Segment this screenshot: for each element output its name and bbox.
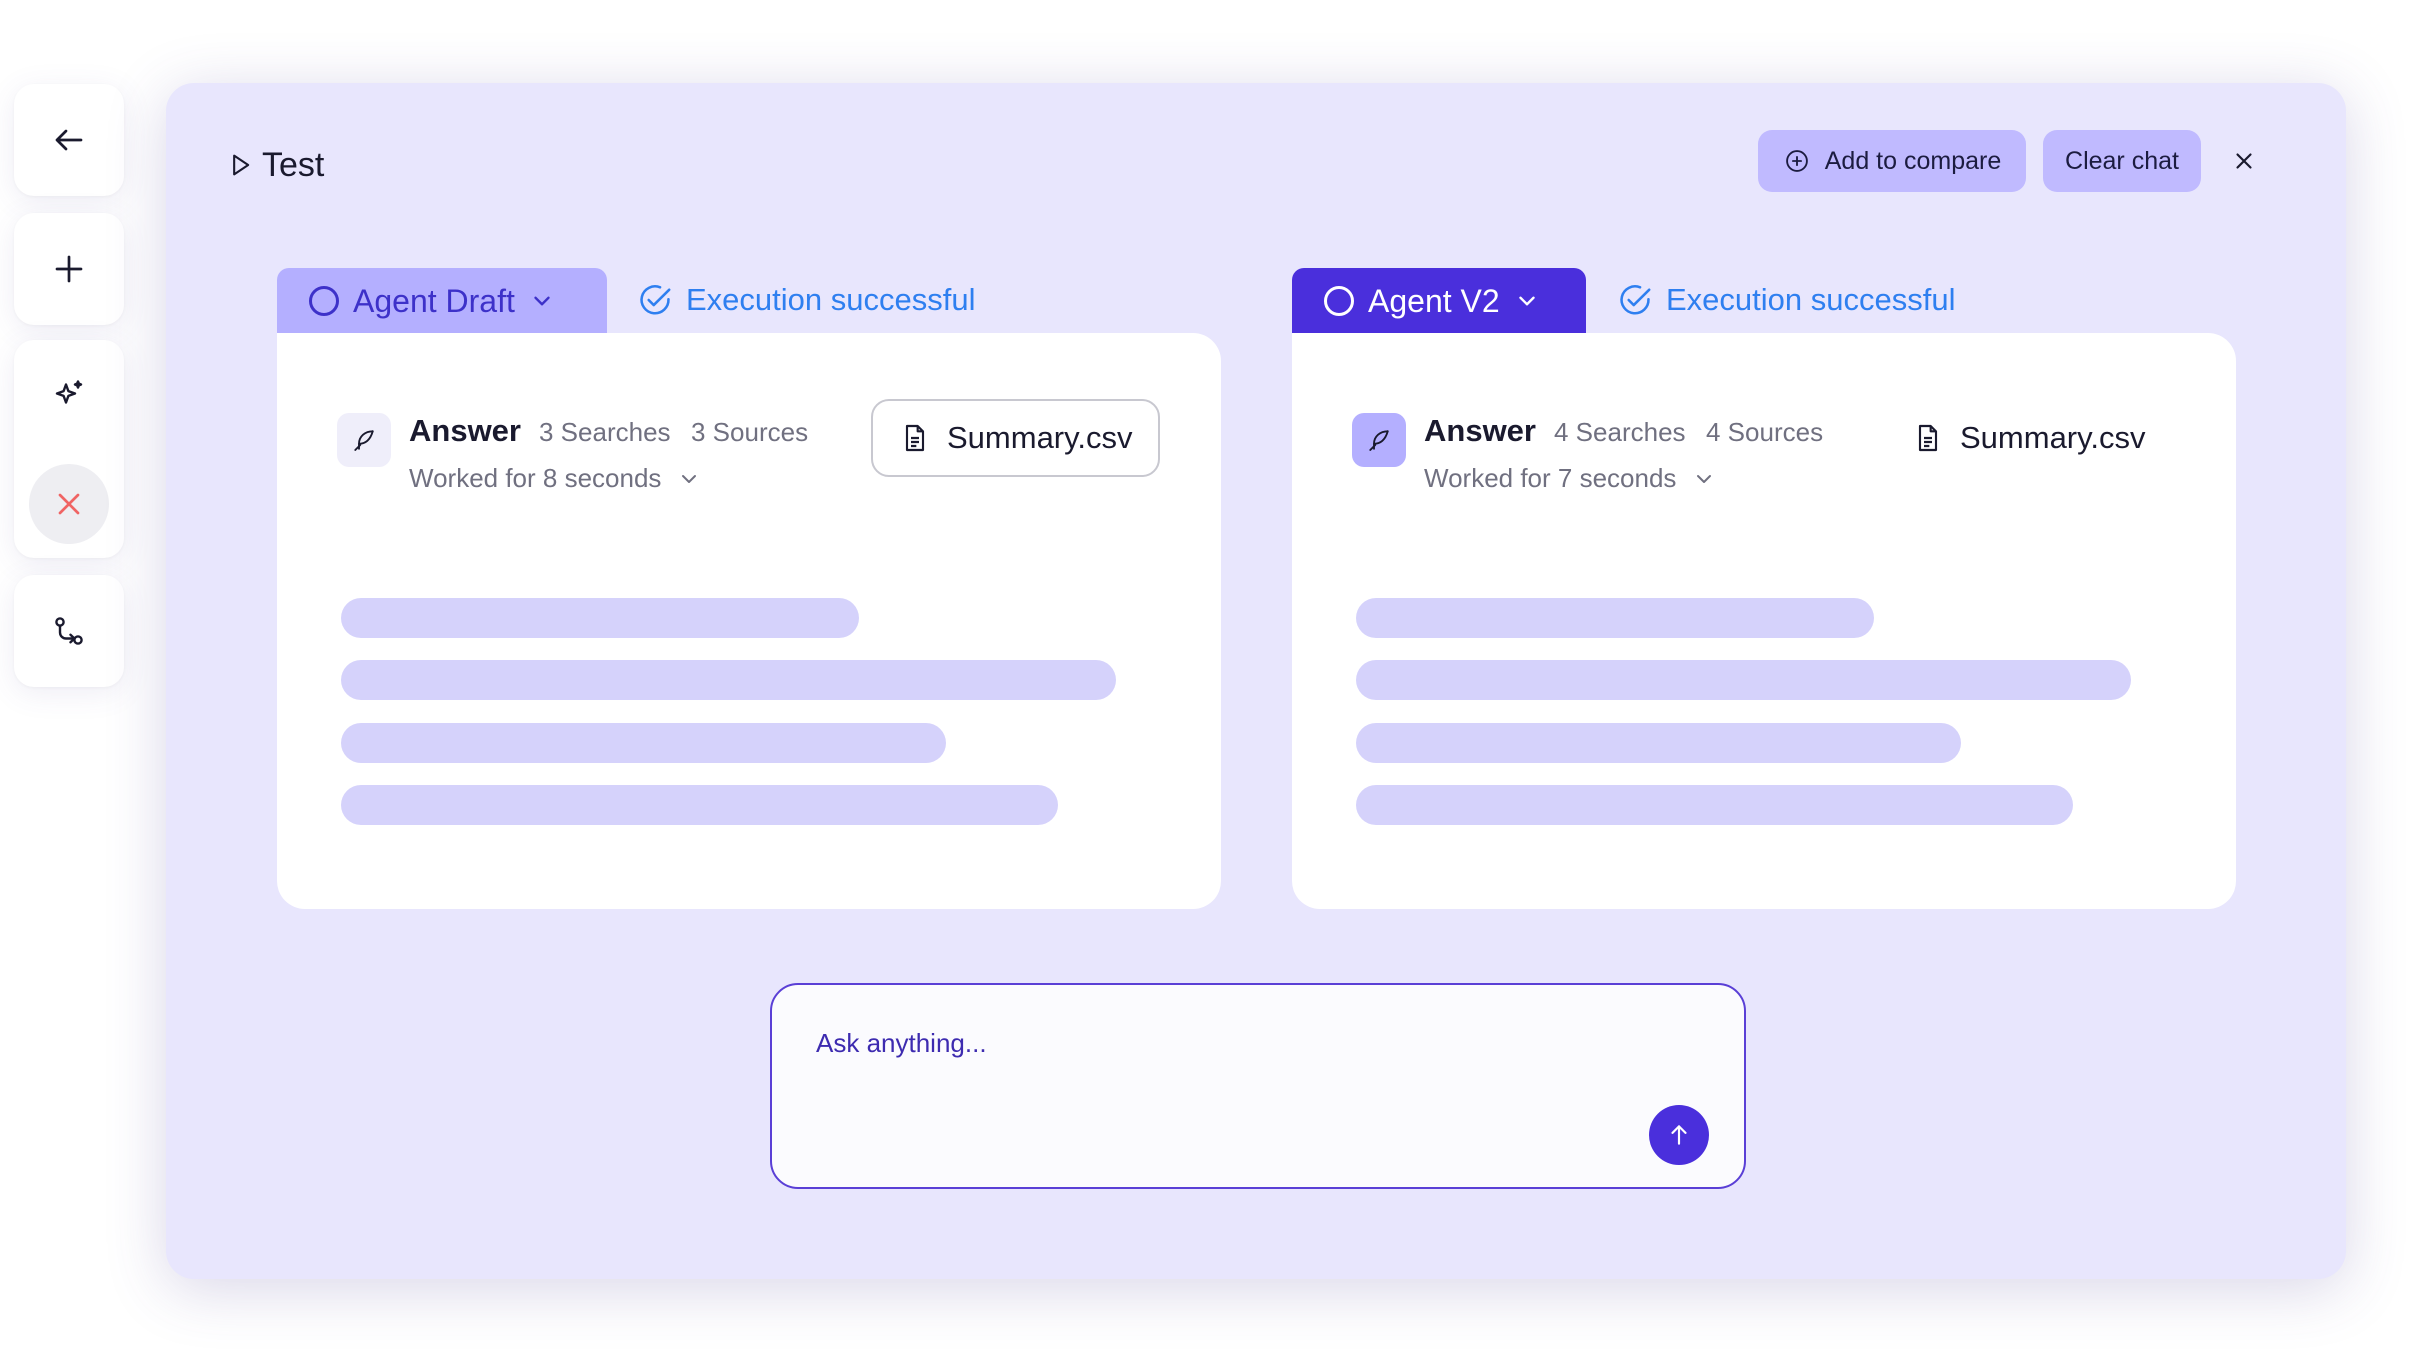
- worked-for-text: Worked for 7 seconds: [1424, 463, 1677, 493]
- toolbar-back-card: [14, 84, 124, 196]
- worked-for-toggle[interactable]: Worked for 7 seconds: [1424, 463, 1716, 494]
- clear-chat-button[interactable]: Clear chat: [2043, 130, 2201, 192]
- close-icon: [58, 493, 80, 514]
- agent-v2-label: Agent V2: [1368, 282, 1500, 319]
- agent-draft-status-text: Execution successful: [686, 282, 976, 317]
- chat-composer: [770, 983, 1746, 1189]
- arrow-up-icon: [1671, 1125, 1687, 1145]
- agent-draft-status: Execution successful: [636, 275, 975, 325]
- panel-title: Test: [226, 143, 324, 187]
- send-button[interactable]: [1649, 1105, 1709, 1165]
- agent-v2-status-text: Execution successful: [1666, 282, 1956, 317]
- skeleton-line: [1356, 723, 1961, 763]
- feather-icon: [354, 430, 374, 451]
- plus-icon: [55, 255, 83, 283]
- clear-chat-label: Clear chat: [2065, 146, 2179, 175]
- test-panel: Test Add to compare Clear chat Agent Dra…: [166, 83, 2346, 1279]
- feather-icon: [1369, 430, 1389, 451]
- chevron-down-icon: [534, 296, 550, 306]
- file-icon: [1918, 424, 1938, 452]
- arrow-left-icon: [55, 129, 83, 151]
- worked-for-toggle[interactable]: Worked for 8 seconds: [409, 463, 701, 494]
- close-panel-button[interactable]: [2226, 143, 2262, 179]
- worked-for-text: Worked for 8 seconds: [409, 463, 662, 493]
- status-ring-icon: [1324, 286, 1354, 316]
- sources-count: 4 Sources: [1706, 417, 1824, 447]
- skeleton-line: [1356, 598, 1874, 638]
- agent-v2-answer-card: Answer 4 Searches 4 Sources Worked for 7…: [1292, 333, 2236, 909]
- searches-count: 4 Searches: [1554, 417, 1686, 447]
- file-attachment[interactable]: Summary.csv: [871, 399, 1161, 477]
- answer-icon-box: [1352, 413, 1406, 467]
- answer-title: Answer: [409, 413, 521, 448]
- file-attachment[interactable]: Summary.csv: [1886, 399, 2171, 477]
- close-icon: [2236, 153, 2252, 169]
- play-icon: [233, 154, 250, 176]
- close-test-button[interactable]: [29, 463, 109, 544]
- add-to-compare-button[interactable]: Add to compare: [1758, 130, 2026, 192]
- answer-title: Answer: [1424, 413, 1536, 448]
- check-circle-icon: [1620, 285, 1651, 315]
- skeleton-line: [341, 598, 859, 638]
- answer-icon-box: [337, 413, 391, 467]
- file-name: Summary.csv: [947, 420, 1133, 455]
- add-to-compare-label: Add to compare: [1824, 146, 2002, 175]
- chevron-down-icon: [1518, 296, 1535, 306]
- skeleton-line: [341, 785, 1058, 825]
- searches-count: 3 Searches: [539, 417, 671, 447]
- chat-input[interactable]: [816, 1021, 1516, 1065]
- app-root: Test Add to compare Clear chat Agent Dra…: [0, 0, 2427, 1371]
- compare-versions-button[interactable]: [29, 591, 109, 671]
- add-circle-icon: [1785, 150, 1808, 172]
- back-button[interactable]: [29, 100, 109, 180]
- skeleton-line: [341, 723, 946, 763]
- file-name: Summary.csv: [1960, 420, 2146, 455]
- agent-v2-status: Execution successful: [1616, 275, 1955, 325]
- ai-test-button[interactable]: [29, 355, 109, 435]
- check-circle-icon: [640, 285, 671, 315]
- panel-title-text: Test: [262, 145, 325, 184]
- git-compare-icon: [55, 617, 83, 645]
- agent-draft-answer-card: Answer 3 Searches 3 Sources Worked for 8…: [277, 333, 1221, 909]
- agent-draft-label: Agent Draft: [353, 282, 515, 319]
- toolbar-new-card: [14, 213, 124, 325]
- toolbar-compare-card: [14, 575, 124, 687]
- chevron-down-icon: [682, 474, 697, 483]
- agent-draft-selector[interactable]: Agent Draft: [277, 268, 607, 334]
- skeleton-line: [1356, 785, 2073, 825]
- sparkle-icon: [55, 379, 83, 404]
- sources-count: 3 Sources: [691, 417, 809, 447]
- chevron-down-icon: [1697, 474, 1712, 483]
- new-button[interactable]: [29, 229, 109, 309]
- skeleton-line: [1356, 660, 2131, 700]
- agent-v2-selector[interactable]: Agent V2: [1292, 268, 1586, 334]
- skeleton-line: [341, 660, 1116, 700]
- toolbar-test-group: [14, 340, 124, 558]
- status-ring-icon: [309, 286, 339, 316]
- file-icon: [905, 424, 925, 452]
